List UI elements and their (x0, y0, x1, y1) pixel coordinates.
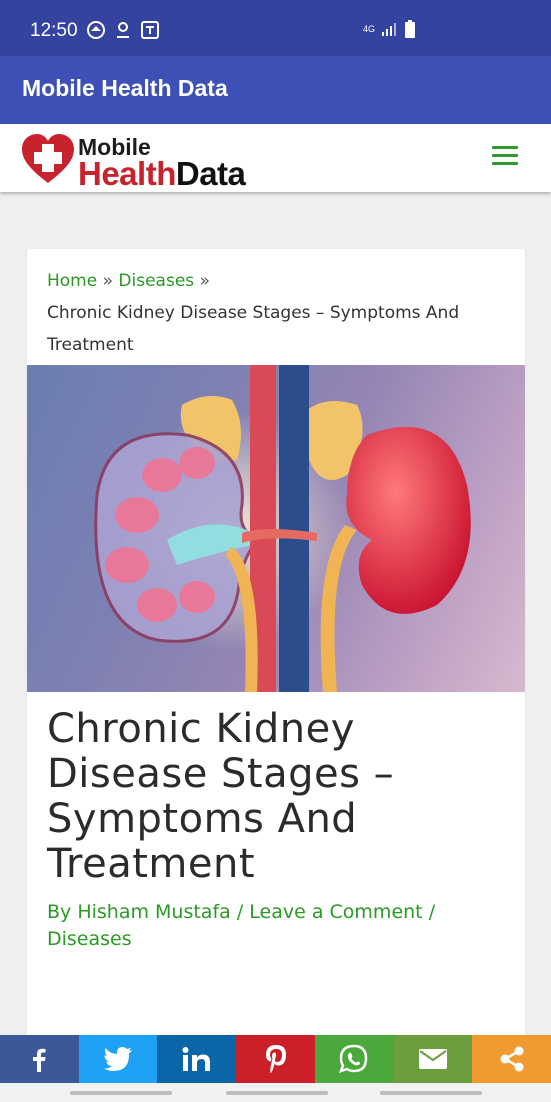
facebook-icon (33, 1048, 46, 1072)
site-header: Mobile HealthData (0, 124, 551, 192)
meta-separator: / (236, 901, 244, 923)
status-time: 12:50 (30, 20, 78, 41)
breadcrumb-separator: » (199, 271, 210, 291)
meta-by-label: By (47, 901, 72, 923)
nav-home-handle[interactable] (226, 1091, 328, 1095)
network-type: 4G (362, 23, 375, 34)
featured-image (27, 365, 525, 692)
breadcrumb-home-link[interactable]: Home (47, 271, 97, 291)
app-title: Mobile Health Data (22, 75, 228, 101)
pinterest-share-button[interactable] (236, 1035, 315, 1083)
status-bar: 12:50 4G (0, 0, 551, 56)
hamburger-menu-icon[interactable] (492, 146, 518, 166)
breadcrumb: Home » Diseases » Chronic Kidney Disease… (47, 265, 507, 361)
site-logo[interactable]: Mobile HealthData (20, 130, 300, 193)
share-icon (500, 1046, 524, 1072)
app-bar: Mobile Health Data (0, 56, 551, 124)
logo-text-health: Health (78, 155, 176, 192)
pinterest-icon (265, 1045, 286, 1073)
breadcrumb-current: Chronic Kidney Disease Stages – Symptoms… (47, 303, 460, 355)
logo-text-data: Data (175, 155, 246, 192)
sync-icon (87, 21, 105, 39)
whatsapp-share-button[interactable] (314, 1035, 394, 1083)
linkedin-share-button[interactable] (157, 1035, 237, 1083)
twitter-icon (104, 1047, 133, 1071)
breadcrumb-category-link[interactable]: Diseases (118, 271, 194, 291)
post-category-link[interactable]: Diseases (47, 928, 132, 950)
more-share-button[interactable] (472, 1035, 551, 1083)
location-icon (117, 22, 129, 38)
logo-text-healthdata: HealthData (78, 155, 246, 193)
facebook-share-button[interactable] (0, 1035, 79, 1083)
translate-icon (141, 21, 159, 39)
email-icon (418, 1049, 447, 1069)
breadcrumb-separator: » (102, 271, 114, 291)
author-link[interactable]: Hisham Mustafa (77, 901, 230, 923)
meta-separator: / (428, 901, 436, 923)
kidney-illustration (94, 365, 471, 692)
status-notification-icons (86, 20, 160, 40)
nav-back-handle[interactable] (380, 1091, 482, 1095)
system-navigation-bar (0, 1083, 551, 1102)
email-share-button[interactable] (393, 1035, 473, 1083)
post-title: Chronic Kidney Disease Stages – Symptoms… (47, 706, 395, 887)
heart-cross-icon (22, 134, 74, 183)
article-card: Home » Diseases » Chronic Kidney Disease… (27, 249, 525, 1039)
battery-icon (405, 20, 415, 38)
linkedin-icon (182, 1047, 210, 1071)
signal-icon (382, 23, 396, 36)
status-system-icons: 4G (363, 20, 415, 38)
post-meta: By Hisham Mustafa / Leave a Comment / Di… (47, 899, 507, 953)
twitter-share-button[interactable] (78, 1035, 158, 1083)
social-share-bar (0, 1035, 551, 1083)
nav-recents-handle[interactable] (70, 1091, 172, 1095)
leave-comment-link[interactable]: Leave a Comment (249, 901, 422, 923)
whatsapp-icon (339, 1044, 368, 1073)
